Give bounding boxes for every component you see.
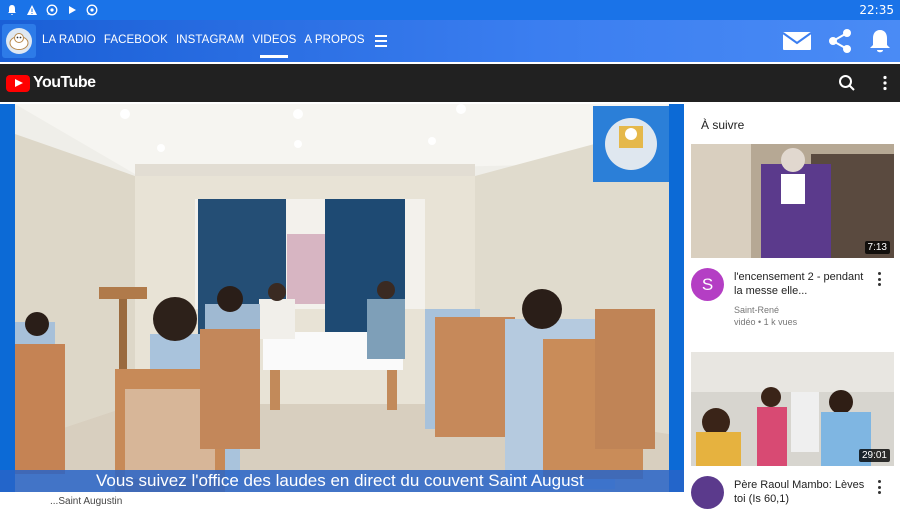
clock: 22:35 bbox=[859, 3, 894, 17]
main-nav: LA RADIO FACEBOOK INSTAGRAM VIDEOS A PRO… bbox=[42, 20, 387, 62]
warning-icon bbox=[27, 5, 37, 15]
whatsapp-icon bbox=[46, 4, 58, 16]
youtube-play-icon bbox=[6, 74, 30, 92]
app-header: LA RADIO FACEBOOK INSTAGRAM VIDEOS A PRO… bbox=[0, 20, 900, 62]
lamb-logo-icon bbox=[6, 28, 32, 54]
thumbnail-image bbox=[691, 144, 894, 258]
video-player[interactable]: Vous suivez l'office des laudes en direc… bbox=[0, 104, 684, 492]
search-icon[interactable] bbox=[838, 74, 856, 92]
video-title[interactable]: Père Raoul Mambo: Lèves toi (Is 60,1) bbox=[734, 478, 870, 506]
bell-icon bbox=[8, 5, 16, 15]
youtube-toolbar: YouTube bbox=[0, 64, 900, 102]
video-info-text: ...Saint Augustin bbox=[50, 496, 123, 507]
up-next-heading: À suivre bbox=[701, 118, 745, 132]
share-icon[interactable] bbox=[826, 27, 854, 55]
nav-a-propos[interactable]: A PROPOS bbox=[304, 34, 364, 48]
whatsapp-icon bbox=[86, 4, 98, 16]
video-title[interactable]: l'encensement 2 - pendant la messe elle.… bbox=[734, 270, 870, 298]
more-vert-icon[interactable] bbox=[878, 480, 882, 494]
mail-icon[interactable] bbox=[782, 30, 812, 52]
live-caption-ticker: Vous suivez l'office des laudes en direc… bbox=[0, 470, 684, 492]
chapel-scene-image bbox=[15, 104, 669, 492]
video-frame[interactable] bbox=[15, 104, 669, 492]
nav-la-radio[interactable]: LA RADIO bbox=[42, 34, 96, 48]
app-logo[interactable] bbox=[2, 24, 36, 58]
video-thumbnail[interactable]: 7:13 bbox=[691, 144, 894, 258]
status-bar: 22:35 bbox=[0, 0, 900, 20]
more-vert-icon[interactable] bbox=[878, 272, 882, 286]
channel-avatar[interactable] bbox=[691, 476, 724, 509]
more-vert-icon[interactable] bbox=[882, 75, 888, 91]
play-icon bbox=[69, 6, 76, 14]
nav-facebook[interactable]: FACEBOOK bbox=[104, 34, 168, 48]
youtube-logo[interactable]: YouTube bbox=[6, 74, 96, 92]
video-stats: vidéo • 1 k vues bbox=[734, 317, 798, 327]
channel-name: Saint-René bbox=[734, 305, 780, 315]
video-info-strip: ...Saint Augustin bbox=[0, 492, 684, 507]
duration-badge: 29:01 bbox=[858, 449, 890, 462]
bell-icon[interactable] bbox=[868, 28, 892, 54]
nav-videos[interactable]: VIDEOS bbox=[252, 34, 296, 58]
hamburger-menu-icon[interactable] bbox=[374, 35, 387, 47]
duration-badge: 7:13 bbox=[864, 241, 890, 254]
youtube-wordmark: YouTube bbox=[33, 74, 96, 91]
up-next-panel: À suivre 7:13 S l'encensement 2 - pendan… bbox=[684, 104, 900, 509]
video-thumbnail[interactable]: 29:01 bbox=[691, 352, 894, 466]
nav-instagram[interactable]: INSTAGRAM bbox=[176, 34, 244, 48]
channel-avatar[interactable]: S bbox=[691, 268, 724, 301]
